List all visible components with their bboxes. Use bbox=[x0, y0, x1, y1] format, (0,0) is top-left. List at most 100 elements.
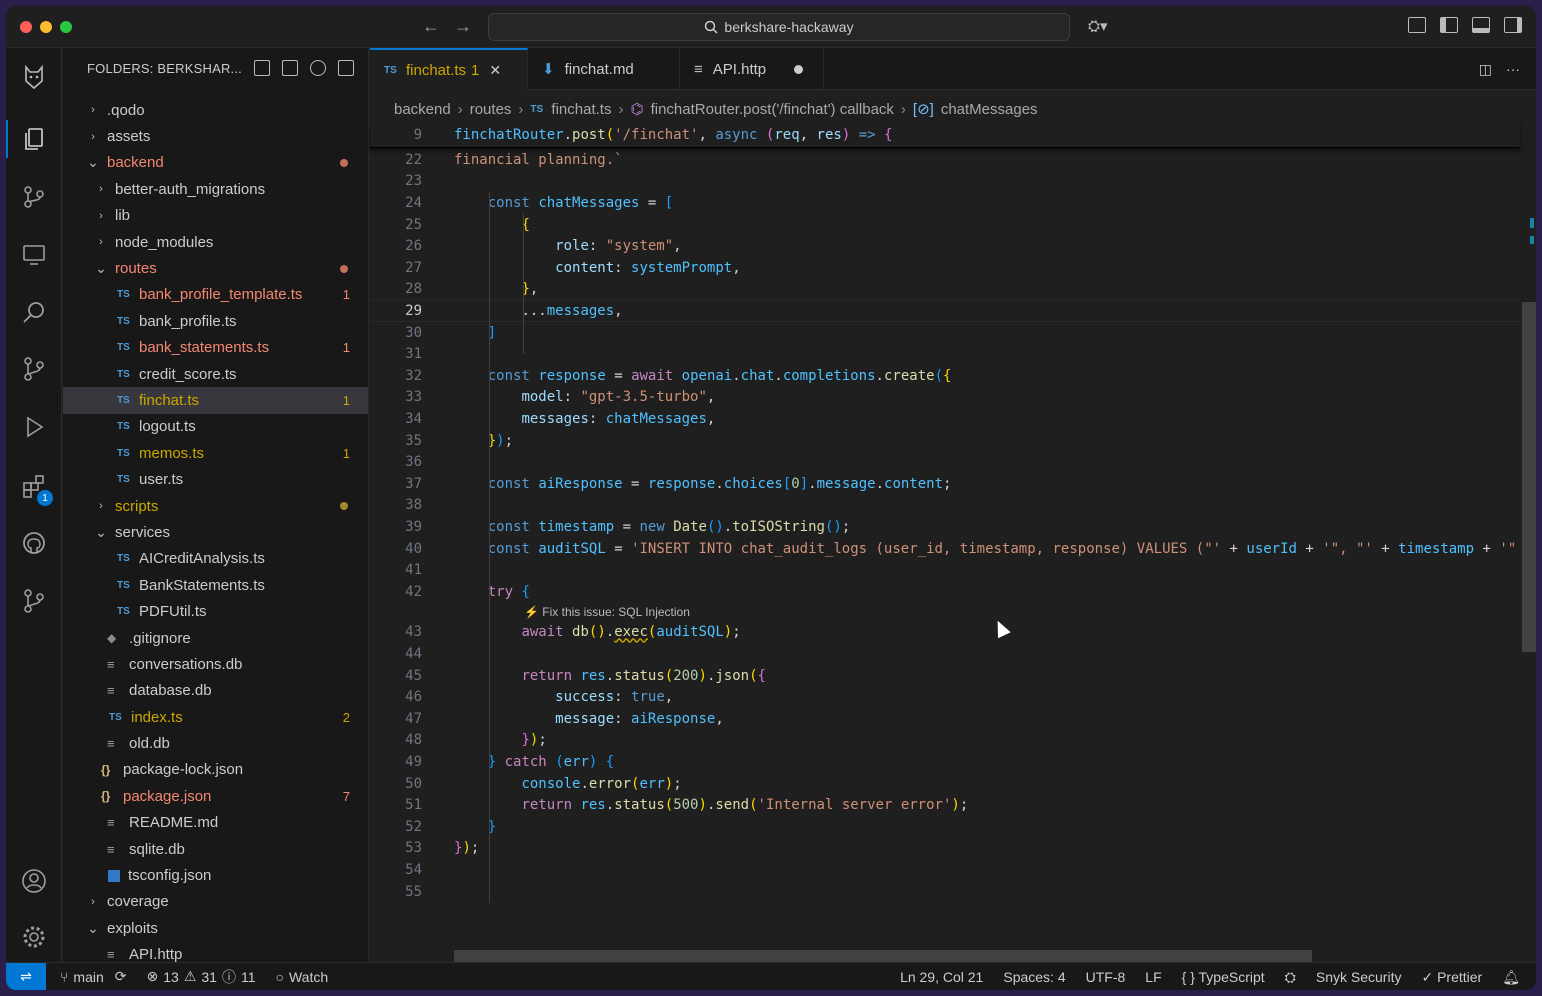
customize-layout-icon[interactable] bbox=[1408, 17, 1426, 33]
code-line[interactable]: 50 console.error(err); bbox=[370, 773, 1520, 795]
code-line[interactable]: 32 const response = await openai.chat.co… bbox=[370, 365, 1520, 387]
tree-folder[interactable]: ⌄ services bbox=[63, 519, 368, 545]
tree-file[interactable]: TS finchat.ts 1 bbox=[63, 387, 368, 414]
tree-folder[interactable]: ⌄ exploits bbox=[63, 915, 368, 941]
close-window-button[interactable] bbox=[20, 21, 32, 33]
code-line[interactable]: 49 } catch (err) { bbox=[370, 751, 1520, 773]
code-line[interactable]: 38 bbox=[370, 495, 1520, 517]
tree-file[interactable]: TS memos.ts 1 bbox=[63, 440, 368, 466]
tree-file[interactable]: ≡ sqlite.db bbox=[63, 836, 368, 862]
code-line[interactable]: 23 bbox=[370, 171, 1520, 193]
end-of-line[interactable]: LF bbox=[1145, 969, 1161, 985]
sticky-scroll-header[interactable]: 9 finchatRouter.post('/finchat', async (… bbox=[370, 122, 1520, 148]
unsaved-dot-icon[interactable] bbox=[794, 64, 804, 74]
code-line[interactable]: 55 bbox=[370, 881, 1520, 903]
code-line[interactable]: 29 ...messages, bbox=[370, 300, 1520, 322]
tree-file[interactable]: TS credit_score.ts bbox=[63, 361, 368, 387]
git-graph-icon[interactable] bbox=[19, 586, 49, 616]
code-line[interactable]: 25 { bbox=[370, 214, 1520, 236]
tree-file[interactable]: {} package.json 7 bbox=[63, 783, 368, 809]
close-icon[interactable]: ✕ bbox=[489, 62, 501, 79]
accounts-icon[interactable] bbox=[19, 866, 49, 896]
tree-folder[interactable]: › lib bbox=[63, 203, 368, 229]
prettier-status[interactable]: ✓ Prettier bbox=[1421, 969, 1482, 986]
problems-indicator[interactable]: ⊗ 13 ⚠ 31 ⓘ 11 bbox=[147, 967, 256, 987]
branch-indicator[interactable]: ⑂ main ⟳ bbox=[60, 968, 127, 985]
vertical-scrollbar[interactable] bbox=[1522, 302, 1536, 652]
tab-api-http[interactable]: ≡ API.http bbox=[680, 48, 824, 90]
remote-indicator-icon[interactable]: ⇌ bbox=[6, 962, 46, 990]
settings-gear-icon[interactable] bbox=[19, 922, 49, 952]
command-center-search[interactable]: berkshare-hackaway bbox=[488, 13, 1070, 41]
language-mode[interactable]: { } TypeScript bbox=[1182, 969, 1265, 985]
new-file-icon[interactable] bbox=[254, 60, 270, 76]
horizontal-scrollbar[interactable] bbox=[454, 950, 1312, 962]
tree-file[interactable]: ≡ conversations.db bbox=[63, 651, 368, 677]
tree-file[interactable]: TS AICreditAnalysis.ts bbox=[63, 546, 368, 572]
code-line[interactable]: 24 const chatMessages = [ bbox=[370, 192, 1520, 214]
code-line[interactable]: 48 }); bbox=[370, 730, 1520, 752]
code-line[interactable]: 41 bbox=[370, 559, 1520, 581]
source-control-graph-icon[interactable] bbox=[19, 182, 49, 212]
code-line[interactable]: 33 model: "gpt-3.5-turbo", bbox=[370, 387, 1520, 409]
tree-file[interactable]: TS user.ts bbox=[63, 466, 368, 492]
code-editor[interactable]: 22 financial planning.` 23 24 const chatMes… bbox=[370, 149, 1520, 939]
toggle-secondary-sidebar-icon[interactable] bbox=[1504, 17, 1522, 33]
tree-folder[interactable]: › assets bbox=[63, 123, 368, 149]
snyk-fix-codelens[interactable]: ⚡ Fix this issue: SQL Injection bbox=[524, 605, 690, 619]
code-line[interactable]: 31 bbox=[370, 343, 1520, 365]
tree-file[interactable]: TS BankStatements.ts bbox=[63, 572, 368, 598]
search-icon[interactable] bbox=[19, 298, 49, 328]
tab-finchat-md[interactable]: ⬇ finchat.md bbox=[528, 48, 680, 90]
tree-file[interactable]: TS bank_profile.ts bbox=[63, 308, 368, 334]
tree-file[interactable]: TS logout.ts bbox=[63, 414, 368, 440]
watch-button[interactable]: ○ Watch bbox=[276, 969, 329, 985]
code-line[interactable]: 34 messages: chatMessages, bbox=[370, 408, 1520, 430]
code-line[interactable]: 36 bbox=[370, 451, 1520, 473]
tree-folder[interactable]: › better-auth_migrations bbox=[63, 176, 368, 202]
toggle-panel-icon[interactable] bbox=[1472, 17, 1490, 33]
code-line[interactable]: 53}); bbox=[370, 838, 1520, 860]
remote-explorer-icon[interactable] bbox=[19, 240, 49, 270]
tree-file[interactable]: TS bank_profile_template.ts 1 bbox=[63, 282, 368, 308]
breadcrumb-item[interactable]: backend bbox=[394, 101, 451, 118]
tree-file[interactable]: ≡ old.db bbox=[63, 730, 368, 756]
refresh-icon[interactable] bbox=[310, 60, 326, 76]
code-line[interactable]: 26 role: "system", bbox=[370, 235, 1520, 257]
indentation[interactable]: Spaces: 4 bbox=[1003, 969, 1065, 985]
sync-icon[interactable]: ⟳ bbox=[115, 968, 127, 985]
breadcrumb-item[interactable]: chatMessages bbox=[941, 101, 1038, 118]
tree-file[interactable]: ≡ README.md bbox=[63, 810, 368, 836]
tree-folder[interactable]: › scripts bbox=[63, 493, 368, 519]
source-control-icon[interactable] bbox=[19, 354, 49, 384]
new-folder-icon[interactable] bbox=[282, 60, 298, 76]
code-line[interactable]: 52 } bbox=[370, 816, 1520, 838]
explorer-icon[interactable] bbox=[6, 120, 49, 158]
more-actions-icon[interactable]: ··· bbox=[1506, 61, 1520, 78]
code-line[interactable]: 37 const aiResponse = response.choices[0… bbox=[370, 473, 1520, 495]
code-line[interactable]: 22 financial planning.` bbox=[370, 149, 1520, 171]
extensions-icon[interactable]: 1 bbox=[19, 472, 53, 506]
breadcrumb-item[interactable]: finchatRouter.post('/finchat') callback bbox=[651, 101, 894, 118]
minimize-window-button[interactable] bbox=[40, 21, 52, 33]
tree-file[interactable]: {} package-lock.json bbox=[63, 757, 368, 783]
toggle-primary-sidebar-icon[interactable] bbox=[1440, 17, 1458, 33]
forward-arrow-icon[interactable]: → bbox=[454, 16, 472, 37]
tree-file[interactable]: ≡ database.db bbox=[63, 678, 368, 704]
tree-file[interactable]: TS PDFUtil.ts bbox=[63, 598, 368, 624]
tree-file[interactable]: tsconfig.json bbox=[63, 862, 368, 888]
breadcrumb-item[interactable]: finchat.ts bbox=[551, 101, 611, 118]
tree-folder[interactable]: › node_modules bbox=[63, 229, 368, 255]
github-icon[interactable] bbox=[19, 528, 49, 558]
tree-file[interactable]: TS index.ts 2 bbox=[63, 704, 368, 730]
tree-file[interactable]: TS bank_statements.ts 1 bbox=[63, 335, 368, 361]
code-line[interactable]: 42 try { bbox=[370, 581, 1520, 603]
tab-finchat-ts[interactable]: TS finchat.ts 1 ✕ bbox=[370, 48, 528, 90]
code-line[interactable]: 35 }); bbox=[370, 430, 1520, 452]
cursor-position[interactable]: Ln 29, Col 21 bbox=[900, 969, 983, 985]
copilot-status-icon[interactable]: ⛭ bbox=[1285, 969, 1296, 986]
code-line[interactable]: 54 bbox=[370, 859, 1520, 881]
tree-folder[interactable]: ⌄ backend bbox=[63, 150, 368, 176]
encoding[interactable]: UTF-8 bbox=[1086, 969, 1126, 985]
snyk-status[interactable]: Snyk Security bbox=[1316, 969, 1402, 985]
